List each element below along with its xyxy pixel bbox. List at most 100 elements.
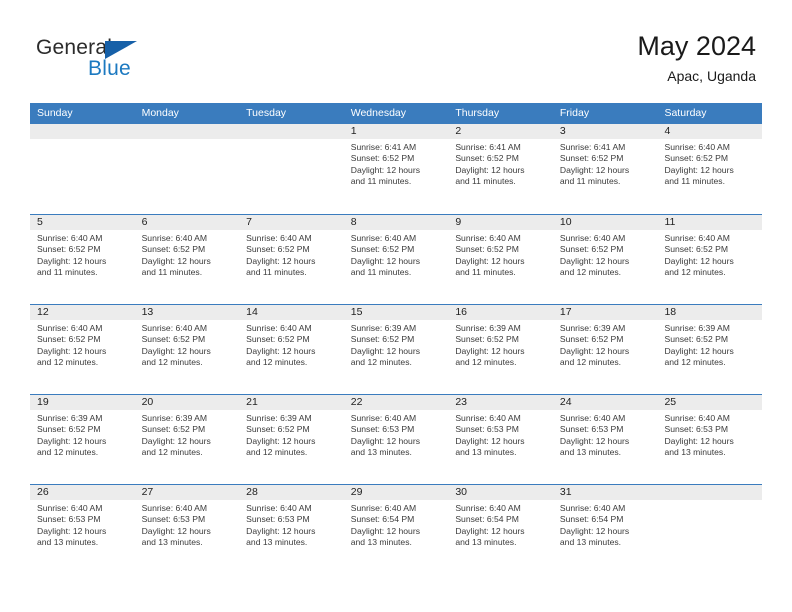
calendar-week-row: 1 Sunrise: 6:41 AM Sunset: 6:52 PM Daylight…: [30, 124, 763, 214]
calendar-day-cell[interactable]: 7 Sunrise: 6:40 AM Sunset: 6:52 PM Daylight…: [239, 215, 344, 304]
calendar-day-cell[interactable]: 13 Sunrise: 6:40 AM Sunset: 6:52 PM Dayligh…: [134, 305, 240, 394]
calendar-day-cell-empty: [30, 124, 135, 214]
calendar-day-cell[interactable]: 22 Sunrise: 6:40 AM Sunset: 6:53 PM Dayligh…: [343, 395, 449, 484]
daylight-duration-line1: Daylight: 12 hours: [664, 345, 734, 356]
daylight-duration-line1: Daylight: 12 hours: [455, 164, 525, 175]
daylight-duration-line1: Daylight: 12 hours: [559, 525, 630, 536]
day-details: Sunrise: 6:40 AM Sunset: 6:53 PM Daylight:…: [344, 410, 449, 459]
day-number: 23: [455, 396, 467, 408]
calendar-day-cell[interactable]: 19 Sunrise: 6:39 AM Sunset: 6:52 PM Dayligh…: [30, 395, 135, 484]
day-number-strip: 8: [343, 215, 449, 230]
calendar-day-cell[interactable]: 24 Sunrise: 6:40 AM Sunset: 6:53 PM Dayligh…: [552, 395, 658, 484]
daylight-duration-line2: and 13 minutes.: [664, 447, 726, 458]
day-number-strip: 1: [343, 124, 449, 139]
day-number-strip: [134, 124, 240, 139]
page-header: General Blue May 2024 Apac, Uganda: [0, 0, 792, 100]
daylight-duration-line2: and 13 minutes.: [37, 537, 99, 548]
day-details: Sunrise: 6:40 AM Sunset: 6:52 PM Daylight:…: [239, 320, 344, 369]
day-details: Sunrise: 6:39 AM Sunset: 6:52 PM Daylight:…: [135, 410, 240, 459]
daylight-duration-line2: and 12 minutes.: [246, 357, 308, 368]
day-number: 31: [559, 486, 572, 498]
day-details: Sunrise: 6:39 AM Sunset: 6:52 PM Daylight:…: [553, 320, 658, 369]
sunset-time: Sunset: 6:52 PM: [455, 244, 519, 255]
day-number: 3: [559, 125, 566, 137]
daylight-duration-line2: and 13 minutes.: [350, 447, 412, 458]
calendar-day-cell[interactable]: 17 Sunrise: 6:39 AM Sunset: 6:52 PM Dayligh…: [552, 305, 658, 394]
calendar-day-cell[interactable]: 2 Sunrise: 6:41 AM Sunset: 6:52 PM Daylight…: [448, 124, 553, 214]
calendar-day-cell[interactable]: 28 Sunrise: 6:40 AM Sunset: 6:53 PM Dayligh…: [239, 485, 344, 574]
day-number-strip: 28: [239, 485, 344, 500]
day-details: Sunrise: 6:39 AM Sunset: 6:52 PM Daylight:…: [448, 320, 553, 369]
day-number: 8: [350, 216, 357, 228]
day-number: 13: [141, 306, 154, 318]
day-number-strip: 14: [239, 305, 344, 320]
calendar-day-cell[interactable]: 16 Sunrise: 6:39 AM Sunset: 6:52 PM Dayligh…: [448, 305, 553, 394]
brand-logo[interactable]: General Blue: [36, 36, 216, 88]
day-number-strip: 21: [239, 395, 344, 410]
day-number: 14: [246, 306, 258, 318]
sunset-time: Sunset: 6:52 PM: [37, 424, 101, 435]
calendar-day-cell[interactable]: 4 Sunrise: 6:40 AM Sunset: 6:52 PM Daylight…: [657, 124, 763, 214]
day-details: Sunrise: 6:40 AM Sunset: 6:52 PM Daylight:…: [239, 230, 344, 279]
day-number: 26: [37, 486, 49, 498]
calendar-day-cell-empty: [657, 485, 763, 574]
daylight-duration-line2: and 12 minutes.: [350, 357, 412, 368]
page-subtitle: Apac, Uganda: [667, 68, 756, 84]
day-number: 27: [141, 486, 154, 498]
day-details: Sunrise: 6:40 AM Sunset: 6:52 PM Daylight:…: [657, 230, 762, 279]
sunrise-time: Sunrise: 6:40 AM: [664, 142, 730, 152]
calendar-day-cell[interactable]: 18 Sunrise: 6:39 AM Sunset: 6:52 PM Dayligh…: [657, 305, 763, 394]
calendar-day-cell[interactable]: 5 Sunrise: 6:40 AM Sunset: 6:52 PM Daylight…: [30, 215, 135, 304]
calendar-week-row: 5 Sunrise: 6:40 AM Sunset: 6:52 PM Daylight…: [30, 214, 763, 304]
sunrise-time: Sunrise: 6:40 AM: [37, 323, 103, 333]
day-number: 20: [141, 396, 154, 408]
calendar-day-cell[interactable]: 20 Sunrise: 6:39 AM Sunset: 6:52 PM Dayligh…: [134, 395, 240, 484]
sunrise-time: Sunrise: 6:40 AM: [455, 413, 521, 423]
daylight-duration-line2: and 11 minutes.: [455, 267, 516, 278]
daylight-duration-line1: Daylight: 12 hours: [559, 345, 630, 356]
calendar-day-cell[interactable]: 26 Sunrise: 6:40 AM Sunset: 6:53 PM Dayligh…: [30, 485, 135, 574]
calendar-day-cell[interactable]: 27 Sunrise: 6:40 AM Sunset: 6:53 PM Dayligh…: [134, 485, 240, 574]
daylight-duration-line1: Daylight: 12 hours: [246, 345, 316, 356]
day-number: 24: [559, 396, 572, 408]
sunset-time: Sunset: 6:52 PM: [664, 334, 729, 345]
sunset-time: Sunset: 6:52 PM: [559, 244, 624, 255]
daylight-duration-line1: Daylight: 12 hours: [350, 525, 421, 536]
calendar-day-cell[interactable]: 10 Sunrise: 6:40 AM Sunset: 6:52 PM Dayligh…: [552, 215, 658, 304]
calendar-day-cell[interactable]: 6 Sunrise: 6:40 AM Sunset: 6:52 PM Daylight…: [134, 215, 240, 304]
daylight-duration-line2: and 12 minutes.: [559, 357, 622, 368]
day-details: Sunrise: 6:41 AM Sunset: 6:52 PM Daylight:…: [448, 139, 553, 188]
title-block: May 2024 Apac, Uganda: [637, 30, 756, 86]
sunrise-time: Sunrise: 6:40 AM: [37, 503, 103, 513]
sunrise-time: Sunrise: 6:40 AM: [350, 503, 417, 513]
calendar-day-cell[interactable]: 15 Sunrise: 6:39 AM Sunset: 6:52 PM Dayligh…: [343, 305, 449, 394]
calendar-day-cell[interactable]: 29 Sunrise: 6:40 AM Sunset: 6:54 PM Dayligh…: [343, 485, 449, 574]
daylight-duration-line1: Daylight: 12 hours: [455, 435, 525, 446]
calendar-day-cell[interactable]: 30 Sunrise: 6:40 AM Sunset: 6:54 PM Dayligh…: [448, 485, 553, 574]
sunset-time: Sunset: 6:52 PM: [559, 153, 624, 164]
calendar-grid: Sunday Monday Tuesday Wednesday Thursday Frid…: [30, 103, 763, 574]
calendar-day-cell[interactable]: 12 Sunrise: 6:40 AM Sunset: 6:52 PM Dayligh…: [30, 305, 135, 394]
calendar-day-cell[interactable]: 14 Sunrise: 6:40 AM Sunset: 6:52 PM Dayligh…: [239, 305, 344, 394]
day-details: Sunrise: 6:40 AM Sunset: 6:53 PM Daylight:…: [657, 410, 762, 459]
calendar-day-cell[interactable]: 3 Sunrise: 6:41 AM Sunset: 6:52 PM Daylight…: [552, 124, 658, 214]
calendar-day-cell[interactable]: 21 Sunrise: 6:39 AM Sunset: 6:52 PM Dayligh…: [239, 395, 344, 484]
calendar-day-cell[interactable]: 1 Sunrise: 6:41 AM Sunset: 6:52 PM Daylight…: [343, 124, 449, 214]
day-details: Sunrise: 6:39 AM Sunset: 6:52 PM Daylight:…: [30, 410, 135, 459]
sunrise-time: Sunrise: 6:40 AM: [455, 233, 521, 243]
calendar-day-cell[interactable]: 23 Sunrise: 6:40 AM Sunset: 6:53 PM Dayligh…: [448, 395, 553, 484]
calendar-day-cell[interactable]: 11 Sunrise: 6:40 AM Sunset: 6:52 PM Dayligh…: [657, 215, 763, 304]
day-number: 18: [664, 306, 677, 318]
calendar-weeks: 1 Sunrise: 6:41 AM Sunset: 6:52 PM Daylight…: [30, 124, 763, 574]
calendar-day-cell[interactable]: 8 Sunrise: 6:40 AM Sunset: 6:52 PM Daylight…: [343, 215, 449, 304]
sunrise-time: Sunrise: 6:40 AM: [559, 503, 626, 513]
sunrise-time: Sunrise: 6:40 AM: [664, 233, 730, 243]
sunset-time: Sunset: 6:52 PM: [664, 153, 729, 164]
daylight-duration-line2: and 11 minutes.: [246, 267, 307, 278]
calendar-day-cell[interactable]: 25 Sunrise: 6:40 AM Sunset: 6:53 PM Dayligh…: [657, 395, 763, 484]
calendar-day-cell[interactable]: 31 Sunrise: 6:40 AM Sunset: 6:54 PM Dayligh…: [552, 485, 658, 574]
day-number-strip: 26: [30, 485, 135, 500]
calendar-day-cell-empty: [134, 124, 240, 214]
calendar-day-cell[interactable]: 9 Sunrise: 6:40 AM Sunset: 6:52 PM Daylight…: [448, 215, 553, 304]
day-number-strip: 2: [448, 124, 553, 139]
